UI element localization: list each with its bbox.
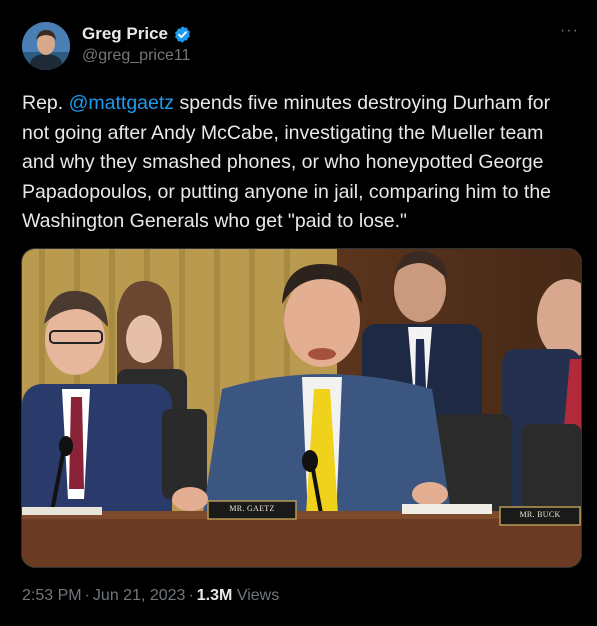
tweet-card: Greg Price @greg_price11 ··· Rep. @mattg… [0,0,597,626]
separator-dot: · [188,587,194,604]
tweet-meta: 2:53 PM · Jun 21, 2023 · 1.3M Views [22,587,279,605]
avatar[interactable] [22,22,70,70]
views-count[interactable]: 1.3M [197,587,233,604]
views-label: Views [236,587,280,604]
tweet-text-prefix: Rep. [22,92,69,114]
tweet-date[interactable]: Jun 21, 2023 [93,587,186,604]
author-name-row: Greg Price [82,24,192,44]
separator-dot: · [84,587,90,604]
mention-link[interactable]: @mattgaetz [69,92,174,114]
author-handle[interactable]: @greg_price11 [82,47,190,65]
verified-badge-icon [173,25,192,44]
hearing-video-frame [22,249,581,567]
tweet-video[interactable]: MR. GAETZ MR. BUCK [21,248,582,568]
more-horizontal-icon[interactable]: ··· [560,22,579,40]
tweet-text: Rep. @mattgaetz spends five minutes dest… [22,89,578,237]
tweet-time[interactable]: 2:53 PM [22,587,82,604]
nameplate-gaetz: MR. GAETZ [229,504,275,513]
profile-photo-icon [22,22,70,70]
author-display-name[interactable]: Greg Price [82,24,168,44]
nameplate-buck: MR. BUCK [519,510,561,519]
